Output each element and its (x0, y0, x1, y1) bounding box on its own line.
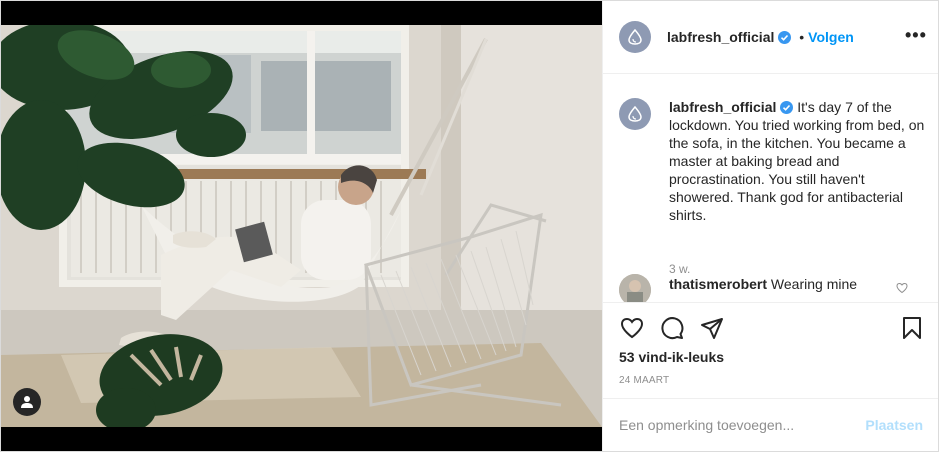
comment-text: Wearing mine (770, 276, 858, 292)
comments-list[interactable]: labfresh_official It's day 7 of the lock… (603, 74, 938, 302)
post-details-panel: labfresh_official • Volgen ••• labfresh_o… (602, 1, 938, 451)
post-header: labfresh_official • Volgen ••• (603, 1, 938, 74)
share-icon[interactable] (699, 315, 725, 341)
post-photo[interactable] (1, 25, 602, 427)
commenter-avatar[interactable] (619, 274, 651, 302)
follow-button[interactable]: Volgen (808, 29, 854, 45)
likes-count[interactable]: 53 vind-ik-leuks (619, 349, 724, 365)
verified-badge-icon (778, 31, 792, 44)
instagram-post-window: labfresh_official • Volgen ••• labfresh_o… (0, 0, 939, 452)
comment-like-heart-icon[interactable] (896, 282, 908, 294)
caption-timestamp[interactable]: 3 w. (669, 262, 690, 276)
comment-input[interactable] (619, 417, 849, 433)
more-options-icon[interactable]: ••• (905, 26, 926, 47)
verified-badge-icon (780, 101, 794, 114)
commenter-username[interactable]: thatismerobert (669, 276, 767, 292)
author-username[interactable]: labfresh_official (667, 29, 774, 45)
post-media[interactable] (1, 1, 602, 451)
save-bookmark-icon[interactable] (899, 315, 925, 341)
author-avatar[interactable] (619, 21, 651, 53)
comment-icon[interactable] (659, 315, 685, 341)
post-date[interactable]: 24 MAART (619, 375, 669, 386)
user-tag-icon[interactable] (13, 388, 41, 416)
post-actions: 53 vind-ik-leuks 24 MAART Plaatsen (603, 302, 938, 451)
caption-avatar[interactable] (619, 98, 651, 130)
caption-text-block: labfresh_official It's day 7 of the lock… (669, 98, 925, 224)
separator-dot: • (799, 29, 805, 45)
add-comment-bar: Plaatsen (603, 398, 938, 451)
caption-text: It's day 7 of the lockdown. You tried wo… (669, 99, 925, 223)
brand-drop-icon (628, 29, 642, 45)
caption-username[interactable]: labfresh_official (669, 99, 776, 115)
like-heart-icon[interactable] (619, 315, 645, 341)
photo-illustration (1, 25, 602, 427)
comment-text-block: thatismerobert Wearing mine (669, 276, 857, 292)
author-line: labfresh_official • Volgen (667, 29, 854, 45)
post-comment-button[interactable]: Plaatsen (865, 417, 923, 433)
brand-drop-icon (628, 106, 642, 122)
